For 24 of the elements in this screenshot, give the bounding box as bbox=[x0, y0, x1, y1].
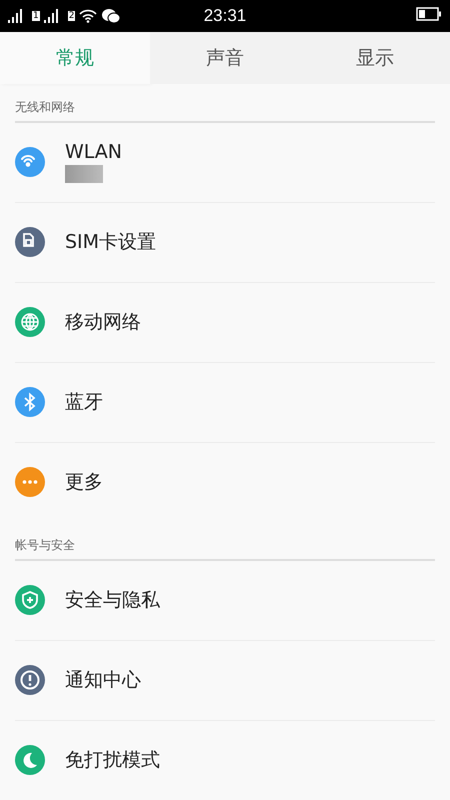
wifi-icon bbox=[79, 8, 98, 23]
settings-row[interactable]: SIM卡设置 bbox=[15, 202, 435, 283]
sim-slot-label: 1 bbox=[32, 10, 40, 21]
clock: 23:31 bbox=[204, 6, 246, 26]
row-label: 免打扰模式 bbox=[65, 748, 160, 774]
settings-row[interactable]: WLAN bbox=[15, 122, 435, 203]
section-title: 无线和网络 bbox=[15, 100, 75, 114]
settings-row[interactable]: 安全与隐私 bbox=[15, 560, 435, 641]
row-label: WLAN bbox=[65, 141, 122, 164]
settings-row[interactable]: 免打扰模式 bbox=[15, 720, 435, 800]
settings-row[interactable]: 蓝牙 bbox=[15, 362, 435, 443]
section-title: 帐号与安全 bbox=[15, 538, 75, 552]
settings-row[interactable]: 更多 bbox=[15, 442, 435, 522]
row-label: SIM卡设置 bbox=[65, 230, 156, 256]
settings-row[interactable]: 通知中心 bbox=[15, 640, 435, 721]
row-label: 更多 bbox=[65, 470, 103, 496]
row-label: 移动网络 bbox=[65, 310, 141, 336]
row-label: 蓝牙 bbox=[65, 390, 103, 416]
row-label: 安全与隐私 bbox=[65, 588, 160, 614]
chat-icon bbox=[101, 8, 122, 24]
battery-icon bbox=[416, 7, 442, 22]
settings-row[interactable]: 移动网络 bbox=[15, 282, 435, 363]
sim-slot-label: 2 bbox=[68, 10, 76, 21]
row-label: 通知中心 bbox=[65, 668, 141, 694]
